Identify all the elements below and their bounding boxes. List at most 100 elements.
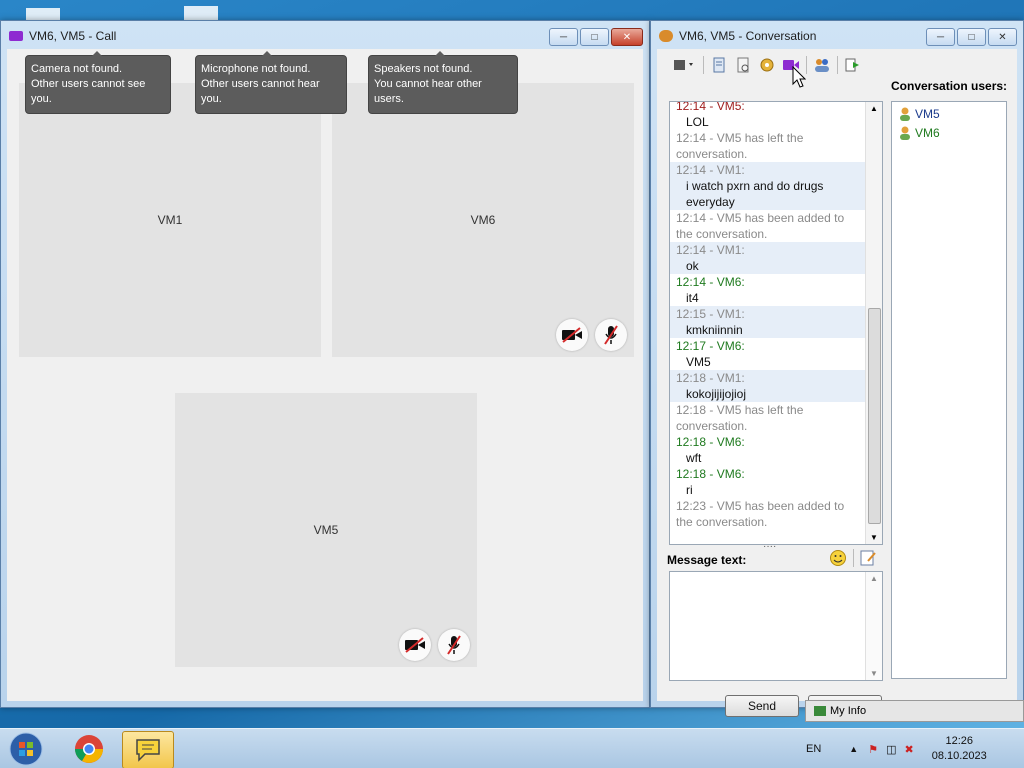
clock-date: 08.10.2023 <box>931 750 987 762</box>
desktop-icon[interactable] <box>184 6 218 20</box>
show-hidden-icons-icon[interactable]: ▲ <box>849 744 858 754</box>
leave-conversation-button[interactable] <box>844 56 862 74</box>
video-call-icon <box>9 31 23 41</box>
user-icon <box>900 126 910 140</box>
message-header: 12:18 - VM1: <box>676 371 745 385</box>
user-item[interactable]: VM5 <box>892 104 1006 123</box>
scrollbar-thumb[interactable] <box>868 308 881 524</box>
message-body: i watch pxrn and do drugs everyday <box>686 179 824 209</box>
chat-history: 12:14 - VM5: LOL 12:14 - VM5 has left the … <box>669 101 883 545</box>
message-header: 12:17 - VM6: <box>676 339 745 353</box>
camera-off-icon <box>562 327 582 343</box>
taskbar: EN ▲ ⚑ ◫ ✖ 12:26 08.10.2023 <box>0 728 1024 768</box>
close-button[interactable]: ✕ <box>611 28 643 46</box>
minimize-button[interactable]: ─ <box>549 28 578 46</box>
tooltip-line: Camera not found. <box>31 63 123 75</box>
conversation-users-list: VM5 VM6 <box>891 101 1007 679</box>
maximize-button[interactable]: □ <box>957 28 986 46</box>
mic-off-icon <box>604 325 618 345</box>
tile-label: VM5 <box>313 523 339 537</box>
chat-message: 12:18 - VM6: wft <box>670 434 866 466</box>
message-header: 12:18 - VM6: <box>676 467 745 481</box>
start-button[interactable] <box>4 731 48 767</box>
message-input[interactable]: ▲ ▼ <box>669 571 883 681</box>
scroll-up-icon[interactable]: ▲ <box>870 574 878 583</box>
file-transfer-icon <box>674 60 693 70</box>
tooltip-line: Other users cannot hear you. <box>201 78 320 105</box>
emoji-button[interactable] <box>829 549 847 567</box>
my-info-label[interactable]: My Info <box>830 705 866 717</box>
mic-off-icon <box>447 635 461 655</box>
message-scrollbar[interactable]: ▲ ▼ <box>865 572 882 680</box>
tooltip-line: Microphone not found. <box>201 63 311 75</box>
tile-label: VM1 <box>157 213 183 227</box>
chat-message: 12:15 - VM1: kmkniinnin <box>670 306 866 338</box>
splitter-handle[interactable]: ···· <box>763 542 779 552</box>
video-tile-vm1: VM1 <box>19 83 321 357</box>
tooltip-line: Other users cannot see you. <box>31 78 146 105</box>
speakers-not-found-tooltip: Speakers not found. You cannot hear othe… <box>368 51 518 114</box>
video-tile-vm6: VM6 <box>332 83 634 357</box>
microphone-not-found-tooltip: Microphone not found. Other users cannot… <box>195 51 347 114</box>
edit-text-icon <box>860 550 876 566</box>
message-body: LOL <box>686 115 709 129</box>
video-tile-vm5: VM5 <box>175 393 477 667</box>
chat-message: 12:18 - VM5 has left the conversation. <box>670 402 866 434</box>
format-button[interactable] <box>859 549 877 567</box>
file-transfer-button[interactable] <box>671 56 697 74</box>
scroll-down-icon[interactable]: ▼ <box>870 533 878 542</box>
maximize-button[interactable]: □ <box>580 28 609 46</box>
chat-message: 12:18 - VM6: ri <box>670 466 866 498</box>
message-body: it4 <box>686 291 699 305</box>
gear-icon <box>760 58 774 72</box>
conversation-window: VM6, VM5 - Conversation ─ □ ✕ Conversati… <box>650 20 1024 717</box>
add-users-button[interactable] <box>813 56 831 74</box>
scroll-down-icon[interactable]: ▼ <box>870 669 878 678</box>
chat-message: 12:14 - VM5 has been added to the conver… <box>670 210 866 242</box>
volume-muted-icon[interactable]: ✖ <box>904 743 913 756</box>
message-body: ok <box>686 259 699 273</box>
maximize-icon: □ <box>591 31 598 43</box>
document-icon <box>737 57 749 73</box>
user-item[interactable]: VM6 <box>892 123 1006 142</box>
messenger-taskbar-button[interactable] <box>122 731 174 768</box>
camera-not-found-tooltip: Camera not found. Other users cannot see… <box>25 51 171 114</box>
toolbar-separator <box>806 56 807 74</box>
action-center-icon[interactable]: ⚑ <box>868 743 878 756</box>
close-icon: ✕ <box>622 31 632 43</box>
clock[interactable]: 12:26 08.10.2023 <box>932 734 987 764</box>
call-window-controls: ─ □ ✕ <box>549 28 643 46</box>
chat-message: 12:14 - VM6: it4 <box>670 274 866 306</box>
message-body: kmkniinnin <box>686 323 743 337</box>
chat-scrollbar[interactable]: ▲ ▼ <box>865 102 882 544</box>
chat-message: 12:18 - VM1: kokojijijojioj <box>670 370 866 402</box>
windows-logo-icon <box>9 732 43 766</box>
message-body: wft <box>686 451 702 465</box>
message-header: 12:18 - VM6: <box>676 435 745 449</box>
chrome-taskbar-button[interactable] <box>64 731 114 767</box>
mic-off-button[interactable] <box>438 629 470 661</box>
scroll-up-icon[interactable]: ▲ <box>870 104 878 113</box>
system-message-text: 12:14 - VM5 has been added to the conver… <box>676 211 845 241</box>
message-list: 12:14 - VM5: LOL 12:14 - VM5 has left the … <box>670 102 866 530</box>
user-icon <box>900 107 910 121</box>
language-indicator[interactable]: EN <box>806 743 821 755</box>
mic-off-button[interactable] <box>595 319 627 351</box>
mouse-cursor-icon <box>792 66 806 88</box>
network-icon[interactable]: ◫ <box>886 743 896 756</box>
call-window: VM6, VM5 - Call ─ □ ✕ VM1 VM6 VM5 Camera… <box>0 20 650 708</box>
camera-off-button[interactable] <box>556 319 588 351</box>
exit-icon <box>845 58 859 72</box>
send-button[interactable]: Send <box>725 695 799 717</box>
settings-button[interactable] <box>758 56 776 74</box>
minimize-icon: ─ <box>936 31 945 43</box>
camera-off-button[interactable] <box>399 629 431 661</box>
history-button[interactable] <box>710 56 728 74</box>
minimize-button[interactable]: ─ <box>926 28 955 46</box>
document-button[interactable] <box>734 56 752 74</box>
maximize-icon: □ <box>968 31 975 43</box>
chat-message: 12:14 - VM1: i watch pxrn and do drugs ev… <box>670 162 866 210</box>
close-button[interactable]: ✕ <box>988 28 1017 46</box>
conversation-client-area: Conversation users: 12:14 - VM5: LOL 12:14… <box>657 49 1017 717</box>
message-header: 12:15 - VM1: <box>676 307 745 321</box>
